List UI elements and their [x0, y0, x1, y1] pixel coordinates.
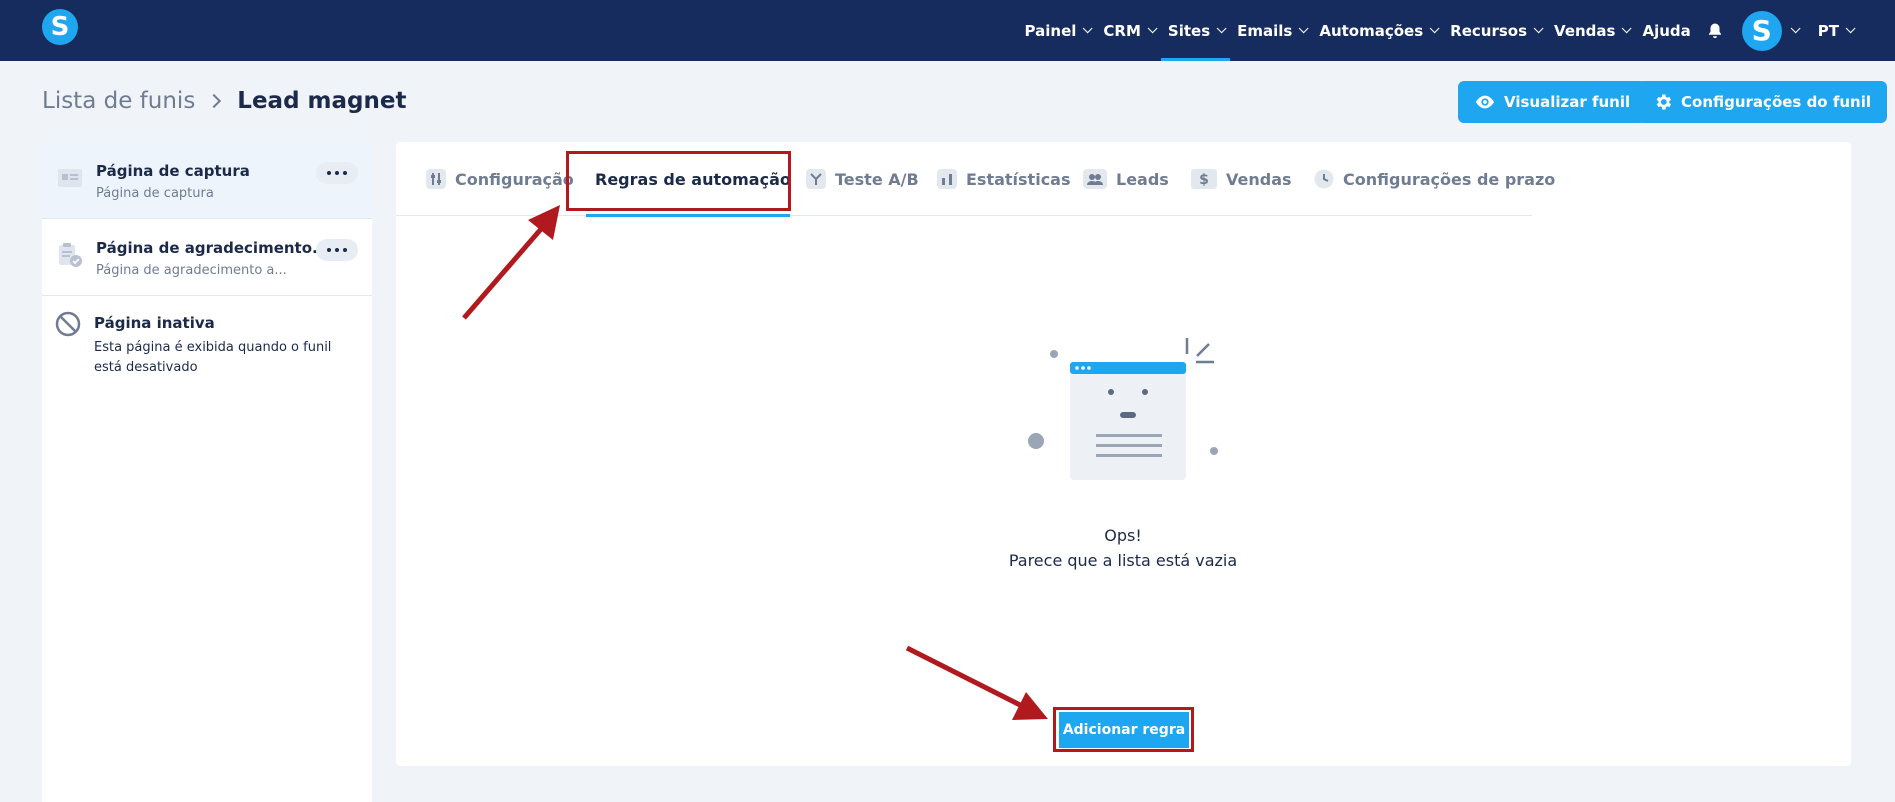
- sliders-icon: [426, 169, 446, 189]
- nav-item-painel[interactable]: Painel: [1018, 0, 1097, 61]
- language-label: PT: [1817, 21, 1839, 40]
- sidebar-item-description: Esta página é exibida quando o funil est…: [94, 340, 332, 375]
- chevron-down-icon[interactable]: [1790, 23, 1801, 34]
- language-selector[interactable]: PT: [1811, 0, 1859, 61]
- blocked-icon: [55, 311, 81, 337]
- nav-label: Sites: [1167, 21, 1211, 40]
- nav-label: Vendas: [1554, 21, 1616, 40]
- top-navbar: S Painel CRM Sites Emails Automações Rec…: [0, 0, 1895, 61]
- more-options-button[interactable]: [316, 239, 358, 261]
- tab-label: Vendas: [1226, 169, 1292, 189]
- preview-funnel-button[interactable]: Visualizar funil: [1458, 81, 1647, 123]
- nav-item-vendas[interactable]: Vendas: [1547, 0, 1635, 61]
- dollar-icon: $: [1191, 169, 1217, 189]
- nav-item-recursos[interactable]: Recursos: [1443, 0, 1547, 61]
- tab-configuracao[interactable]: Configuração: [426, 142, 574, 216]
- nav-label: Painel: [1024, 21, 1077, 40]
- tab-label: Estatísticas: [966, 169, 1071, 189]
- sidebar-item-title: Página de captura: [96, 162, 250, 180]
- sidebar-item-title: Página de agradecimento...: [96, 239, 330, 257]
- sidebar-item-thank-you-page[interactable]: Página de agradecimento... Página de agr…: [42, 219, 372, 296]
- svg-text:$: $: [1199, 172, 1209, 188]
- tab-teste-ab[interactable]: Teste A/B: [806, 142, 919, 216]
- chevron-down-icon: [1622, 23, 1633, 34]
- empty-state-subtitle: Parece que a lista está vazia: [1008, 551, 1238, 570]
- bell-icon[interactable]: [1706, 22, 1724, 40]
- form-page-icon: [58, 169, 82, 187]
- empty-state-title: Ops!: [1104, 526, 1142, 545]
- logo[interactable]: S: [42, 9, 78, 45]
- nav-label: Automações: [1319, 21, 1424, 40]
- clipboard-check-icon: [59, 243, 82, 267]
- chevron-down-icon: [1845, 23, 1856, 34]
- breadcrumb-root-link[interactable]: Lista de funis: [42, 88, 195, 114]
- chevron-down-icon: [1533, 23, 1544, 34]
- chevron-down-icon: [1216, 23, 1227, 34]
- funnel-settings-label: Configurações do funil: [1681, 93, 1871, 111]
- split-icon: [806, 169, 826, 189]
- nav-label: CRM: [1103, 21, 1141, 40]
- pages-sidebar: Página de captura Página de captura Pági…: [42, 142, 372, 802]
- nav-label: Ajuda: [1642, 21, 1691, 40]
- tab-label: Configurações de prazo: [1343, 169, 1556, 189]
- eye-icon: [1475, 95, 1495, 109]
- page-title: Lead magnet: [237, 88, 407, 114]
- clock-icon: [1314, 169, 1334, 189]
- avatar[interactable]: S: [1741, 10, 1782, 51]
- funnel-settings-button[interactable]: Configurações do funil: [1637, 81, 1887, 123]
- preview-funnel-label: Visualizar funil: [1504, 93, 1631, 111]
- nav-item-automacoes[interactable]: Automações: [1312, 0, 1443, 61]
- nav-item-crm[interactable]: CRM: [1096, 0, 1161, 61]
- tab-label: Leads: [1116, 169, 1169, 189]
- gear-icon: [1656, 94, 1671, 110]
- nav-label: Emails: [1237, 21, 1293, 40]
- chevron-down-icon: [1147, 23, 1158, 34]
- chevron-down-icon: [1429, 23, 1440, 34]
- tab-highlight-box: [566, 151, 791, 211]
- breadcrumb: Lista de funis Lead magnet: [42, 88, 406, 114]
- nav-item-emails[interactable]: Emails: [1230, 0, 1312, 61]
- empty-list-illustration: [1028, 338, 1218, 480]
- nav-item-ajuda[interactable]: Ajuda: [1635, 0, 1697, 61]
- nav-item-sites[interactable]: Sites: [1160, 0, 1231, 61]
- tab-configuracoes-de-prazo[interactable]: Configurações de prazo: [1314, 142, 1555, 216]
- add-rule-button[interactable]: Adicionar regra: [1059, 712, 1189, 748]
- bar-chart-icon: [937, 169, 957, 189]
- sidebar-item-capture-page[interactable]: Página de captura Página de captura: [42, 142, 372, 219]
- tab-label: Teste A/B: [835, 169, 919, 189]
- tab-label: Configuração: [455, 169, 574, 189]
- chevron-right-icon: [207, 93, 222, 109]
- chevron-down-icon: [1083, 23, 1093, 34]
- main-nav: Painel CRM Sites Emails Automações Recur…: [1018, 0, 1859, 61]
- sidebar-item-subtitle: Página de agradecimento a...: [96, 263, 287, 278]
- chevron-down-icon: [1299, 23, 1309, 34]
- nav-label: Recursos: [1450, 21, 1528, 40]
- tab-estatisticas[interactable]: Estatísticas: [937, 142, 1071, 216]
- users-icon: [1083, 169, 1107, 189]
- more-options-button[interactable]: [316, 162, 358, 184]
- sidebar-item-inactive-page[interactable]: Página inativa Esta página é exibida qua…: [42, 296, 372, 396]
- tab-vendas[interactable]: $ Vendas: [1191, 142, 1292, 216]
- sidebar-item-subtitle: Página de captura: [96, 186, 214, 201]
- sidebar-item-title: Página inativa: [94, 314, 215, 332]
- tab-leads[interactable]: Leads: [1083, 142, 1169, 216]
